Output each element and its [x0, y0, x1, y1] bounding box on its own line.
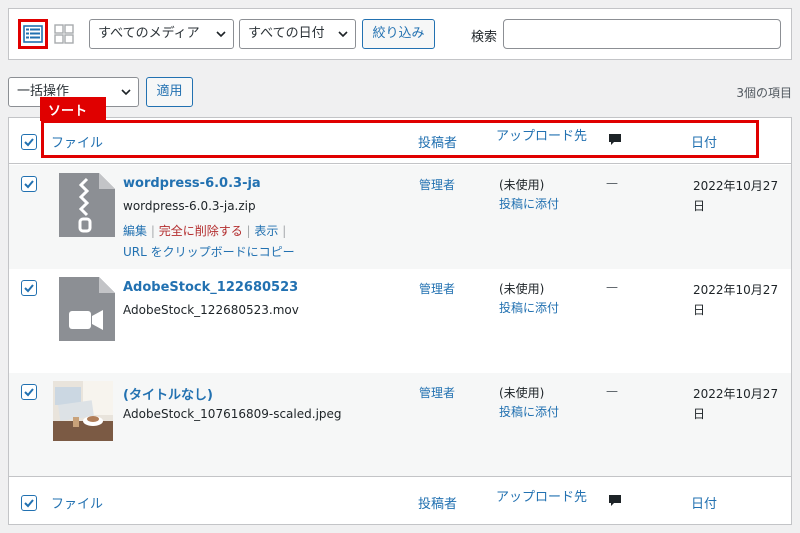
table-row: (タイトルなし) AdobeStock_107616809-scaled.jpe…: [9, 373, 791, 477]
checkmark-icon: [24, 388, 34, 397]
comment-count: —: [606, 176, 618, 190]
table-header: ファイル 投稿者 アップロード先 日付: [9, 118, 791, 164]
media-filename: AdobeStock_122680523.mov: [123, 303, 299, 317]
media-title-link[interactable]: AdobeStock_122680523: [123, 280, 298, 295]
row-actions: 編集 | 完全に削除する | 表示 |: [123, 224, 287, 238]
comment-icon[interactable]: [608, 133, 622, 147]
media-date: 2022年10月27日: [693, 283, 779, 317]
list-view-icon: [23, 25, 43, 43]
search-label: 検索: [471, 30, 498, 45]
media-table: ファイル 投稿者 アップロード先 日付 wordpress-6.0.3-ja w…: [8, 117, 792, 525]
column-uploaded-to[interactable]: アップロード先: [496, 486, 587, 505]
table-row: AdobeStock_122680523 AdobeStock_12268052…: [9, 269, 791, 373]
comment-count: —: [606, 384, 618, 398]
media-type-filter[interactable]: すべてのメディア: [89, 19, 234, 49]
list-view-button[interactable]: [18, 19, 48, 49]
chevron-down-icon: [121, 89, 131, 96]
row-checkbox[interactable]: [21, 384, 37, 400]
checkmark-icon: [24, 138, 34, 147]
chevron-down-icon: [338, 31, 348, 38]
media-date: 2022年10月27日: [693, 179, 779, 213]
table-row: wordpress-6.0.3-ja wordpress-6.0.3-ja.zi…: [9, 165, 791, 269]
row-actions-copy: URL をクリップボードにコピー: [123, 243, 295, 260]
media-type-filter-value: すべてのメディア: [98, 26, 200, 41]
uploaded-status: (未使用): [499, 282, 545, 296]
grid-view-button[interactable]: [52, 22, 76, 46]
date-filter[interactable]: すべての日付: [239, 19, 356, 49]
table-footer: ファイル 投稿者 アップロード先 日付: [9, 476, 791, 522]
search-input[interactable]: [503, 19, 781, 49]
filter-button[interactable]: 絞り込み: [362, 19, 435, 49]
select-all-checkbox[interactable]: [21, 134, 37, 150]
checkmark-icon: [24, 499, 34, 508]
copy-url-link[interactable]: URL をクリップボードにコピー: [123, 245, 295, 259]
column-file[interactable]: ファイル: [51, 493, 103, 512]
media-filename: wordpress-6.0.3-ja.zip: [123, 199, 256, 213]
media-title-link[interactable]: wordpress-6.0.3-ja: [123, 176, 261, 191]
row-checkbox[interactable]: [21, 280, 37, 296]
video-file-icon[interactable]: [59, 277, 115, 341]
attach-link[interactable]: 投稿に添付: [499, 195, 559, 212]
author-link[interactable]: 管理者: [419, 384, 455, 401]
column-uploaded-to[interactable]: アップロード先: [496, 125, 587, 144]
grid-view-icon: [54, 24, 74, 44]
media-date: 2022年10月27日: [693, 387, 779, 421]
uploaded-status: (未使用): [499, 386, 545, 400]
photo-thumbnail[interactable]: [53, 381, 113, 441]
apply-button[interactable]: 適用: [146, 77, 193, 107]
uploaded-status: (未使用): [499, 178, 545, 192]
delete-permanently-link[interactable]: 完全に削除する: [159, 224, 243, 238]
author-link[interactable]: 管理者: [419, 280, 455, 297]
select-all-checkbox-footer[interactable]: [21, 495, 37, 511]
attach-link[interactable]: 投稿に添付: [499, 403, 559, 420]
column-author[interactable]: 投稿者: [418, 493, 457, 512]
chevron-down-icon: [216, 31, 226, 38]
item-count: 3個の項目: [736, 86, 792, 100]
comment-icon[interactable]: [608, 494, 622, 508]
comment-count: —: [606, 280, 618, 294]
author-link[interactable]: 管理者: [419, 176, 455, 193]
media-filename: AdobeStock_107616809-scaled.jpeg: [123, 407, 342, 421]
media-title-link[interactable]: (タイトルなし): [123, 384, 213, 403]
checkmark-icon: [24, 284, 34, 293]
column-date[interactable]: 日付: [691, 493, 717, 512]
date-filter-value: すべての日付: [248, 26, 325, 41]
attach-link[interactable]: 投稿に添付: [499, 299, 559, 316]
row-checkbox[interactable]: [21, 176, 37, 192]
edit-link[interactable]: 編集: [123, 224, 147, 238]
view-link[interactable]: 表示: [254, 224, 278, 238]
column-date[interactable]: 日付: [691, 132, 717, 151]
checkmark-icon: [24, 180, 34, 189]
archive-file-icon[interactable]: [59, 173, 115, 237]
column-author[interactable]: 投稿者: [418, 132, 457, 151]
sort-annotation-label: ソート: [40, 97, 106, 121]
column-file[interactable]: ファイル: [51, 132, 103, 151]
